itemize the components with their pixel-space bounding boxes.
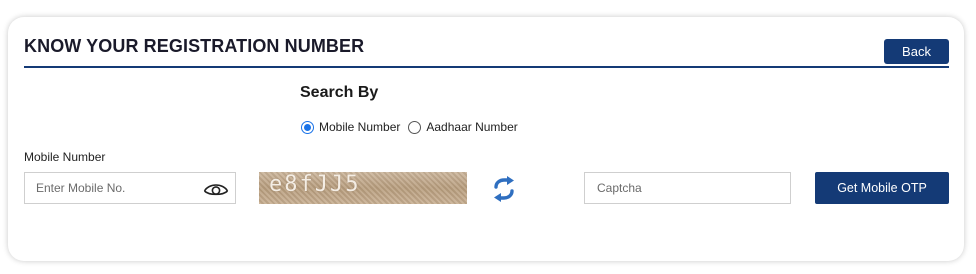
- refresh-icon[interactable]: [492, 176, 516, 202]
- aadhaar-number-radio[interactable]: [408, 120, 422, 134]
- page-title: KNOW YOUR REGISTRATION NUMBER: [24, 36, 365, 56]
- get-mobile-otp-button[interactable]: Get Mobile OTP: [815, 172, 949, 204]
- mobile-number-label: Mobile Number: [24, 150, 106, 164]
- mobile-input-wrapper: [24, 172, 236, 204]
- search-by-heading: Search By: [300, 84, 379, 101]
- captcha-image: e8fJJ5: [259, 172, 467, 204]
- captcha-text: e8fJJ5: [269, 172, 361, 197]
- radio-option-aadhaar[interactable]: Aadhaar Number: [408, 120, 518, 134]
- search-type-radio-group: Mobile Number Aadhaar Number: [301, 120, 526, 134]
- captcha-input[interactable]: [584, 172, 791, 204]
- mobile-number-input[interactable]: [25, 173, 195, 203]
- mobile-number-radio-label: Mobile Number: [319, 120, 401, 134]
- mobile-number-radio[interactable]: [301, 120, 314, 134]
- aadhaar-number-radio-label: Aadhaar Number: [426, 120, 518, 134]
- radio-option-mobile[interactable]: Mobile Number: [301, 120, 400, 134]
- header-divider: [24, 66, 949, 68]
- back-button[interactable]: Back: [884, 39, 949, 64]
- eye-icon[interactable]: [203, 180, 229, 198]
